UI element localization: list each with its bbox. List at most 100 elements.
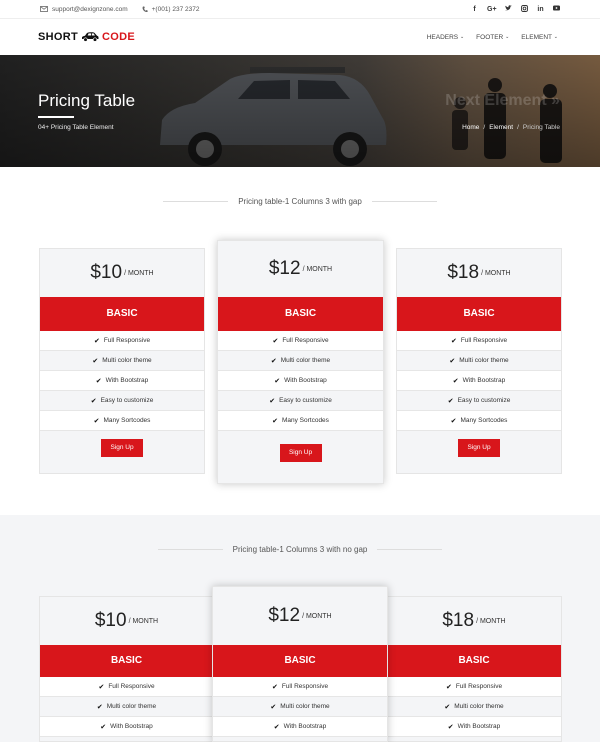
feature-text: With Bootstrap [283, 723, 327, 730]
chevron-down-icon: ⌄ [459, 34, 465, 40]
feature-text: Multi color theme [280, 703, 330, 710]
site-header: SHORT CODE HEADERS ⌄ FOOTER ⌄ ELEMENT ⌄ [0, 19, 600, 55]
feature-list: ✔ Full Responsive ✔ Multi color theme ✔ Wit… [40, 677, 213, 737]
check-icon: ✔ [272, 417, 278, 425]
feature-text: Full Responsive [455, 683, 503, 690]
pricing-card: $10 / MONTH BASIC ✔ Full Responsive ✔ Mult… [39, 248, 205, 474]
feature-item: ✔ Multi color theme [40, 351, 204, 371]
price-value: $12 [268, 258, 301, 279]
sign-up-button[interactable]: Sign Up [458, 439, 500, 457]
instagram-icon[interactable] [521, 4, 528, 14]
feature-list: ✔ Full Responsive ✔ Multi color theme ✔ Wit… [397, 331, 561, 431]
feature-text: Multi color theme [102, 357, 152, 364]
feature-item: ✔ With Bootstrap [40, 717, 213, 737]
check-icon: ✔ [452, 377, 459, 385]
plan-name: BASIC [387, 645, 561, 677]
feature-text: Multi color theme [280, 357, 331, 364]
nav-label: FOOTER [476, 33, 504, 41]
feature-item: ✔ Full Responsive [213, 677, 387, 697]
feature-item: ✔ Multi color theme [40, 697, 213, 717]
breadcrumb-element[interactable]: Element [489, 124, 513, 131]
chevron-down-icon: ⌄ [553, 34, 558, 40]
check-icon: ✔ [93, 417, 100, 425]
feature-item: ✔ Easy to customize [397, 391, 561, 411]
google-plus-icon[interactable]: G+ [487, 6, 497, 13]
plan-name: BASIC [397, 297, 561, 331]
button-row: Sign Up [397, 431, 561, 457]
divider [163, 201, 229, 202]
plan-name: BASIC [40, 297, 204, 331]
sign-up-button[interactable]: Sign Up [101, 439, 143, 457]
linkedin-icon[interactable]: in [537, 6, 544, 13]
email-link[interactable]: support@dexignzone.com [40, 6, 128, 13]
price: $10 / MONTH [40, 597, 213, 645]
feature-item: ✔ With Bootstrap [40, 371, 204, 391]
feature-item: ✔ Full Responsive [40, 677, 213, 697]
check-icon: ✔ [450, 417, 457, 425]
nav-item-headers[interactable]: HEADERS ⌄ [427, 34, 464, 41]
price: $18 / MONTH [387, 597, 561, 645]
check-icon: ✔ [95, 377, 102, 385]
check-icon: ✔ [100, 723, 107, 731]
feature-item: ✔ Full Responsive [40, 331, 204, 351]
social-links: f G+ in [471, 4, 560, 14]
feature-item: ✔ Many Sortcodes [397, 411, 561, 431]
next-element-link[interactable]: Next Element » [445, 92, 560, 110]
sign-up-button[interactable]: Sign Up [279, 444, 322, 462]
check-icon: ✔ [444, 703, 451, 711]
feature-text: Many Sortcodes [103, 417, 151, 424]
youtube-icon[interactable] [553, 5, 560, 13]
price-period: / MONTH [476, 617, 506, 625]
feature-item: ✔ With Bootstrap [218, 371, 383, 391]
pricing-card: $18 / MONTH BASIC ✔ Full Responsive ✔ Mult… [396, 248, 562, 474]
feature-text: Easy to customize [279, 397, 332, 404]
section-title-text: Pricing table-1 Columns 3 with no gap [232, 545, 368, 554]
check-icon: ✔ [271, 683, 278, 691]
phone-icon [142, 6, 148, 12]
feature-text: With Bootstrap [110, 723, 153, 730]
breadcrumb-home[interactable]: Home [462, 124, 479, 131]
check-icon: ✔ [96, 703, 103, 711]
check-icon: ✔ [272, 337, 279, 345]
check-icon: ✔ [269, 397, 276, 405]
price-value: $10 [90, 262, 123, 283]
facebook-icon[interactable]: f [471, 6, 478, 13]
feature-text: Easy to customize [457, 397, 511, 404]
site-logo[interactable]: SHORT CODE [38, 31, 135, 43]
phone-text: +(001) 237 2372 [151, 5, 200, 13]
price: $10 / MONTH [40, 249, 204, 297]
check-icon: ✔ [270, 703, 277, 711]
phone-link[interactable]: +(001) 237 2372 [142, 6, 200, 13]
feature-item: ✔ With Bootstrap [213, 717, 387, 737]
check-icon: ✔ [274, 377, 281, 385]
twitter-icon[interactable] [505, 5, 512, 13]
check-icon: ✔ [447, 397, 454, 405]
check-icon: ✔ [92, 357, 99, 365]
chevron-down-icon: ⌄ [505, 34, 510, 40]
check-icon: ✔ [93, 337, 100, 345]
price-period: / MONTH [128, 617, 159, 625]
nav-item-footer[interactable]: FOOTER ⌄ [476, 34, 509, 41]
feature-text: Easy to customize [100, 397, 154, 404]
check-icon: ✔ [445, 683, 452, 691]
check-icon: ✔ [98, 683, 105, 691]
plan-name: BASIC [218, 297, 383, 331]
envelope-icon [40, 6, 48, 12]
price-period: / MONTH [481, 269, 511, 277]
price-period: / MONTH [302, 612, 332, 620]
plan-name: BASIC [213, 645, 387, 677]
title-rule [38, 116, 74, 118]
price: $12 / MONTH [218, 241, 383, 297]
feature-item: ✔ Easy to customize [218, 391, 383, 411]
main-nav: HEADERS ⌄ FOOTER ⌄ ELEMENT ⌄ [427, 34, 558, 41]
page-banner: Pricing Table 04+ Pricing Table Element … [0, 55, 600, 167]
nav-item-element[interactable]: ELEMENT ⌄ [521, 34, 558, 41]
check-icon: ✔ [270, 357, 277, 365]
nav-label: ELEMENT [521, 33, 552, 41]
breadcrumb-current: Pricing Table [522, 124, 560, 131]
feature-text: Many Sortcodes [281, 417, 329, 424]
feature-item: ✔ With Bootstrap [387, 717, 561, 737]
feature-text: Multi color theme [454, 703, 504, 710]
feature-item: ✔ Easy to customize [40, 391, 204, 411]
divider [377, 549, 443, 550]
